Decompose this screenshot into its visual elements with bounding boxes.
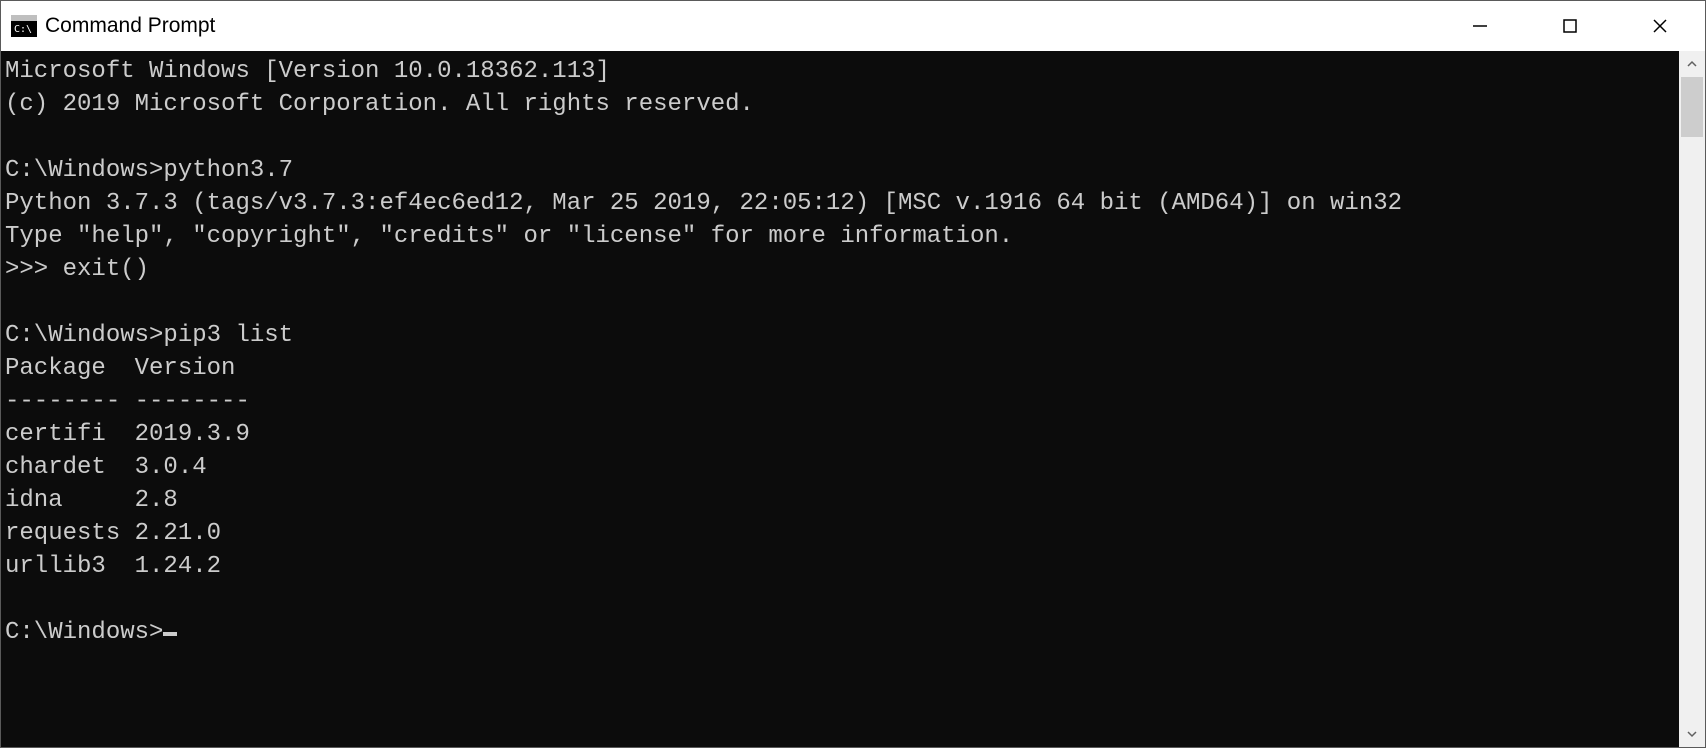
window-title: Command Prompt xyxy=(45,14,215,38)
terminal-line: certifi 2019.3.9 xyxy=(5,418,1679,451)
close-button[interactable] xyxy=(1615,1,1705,51)
terminal-line xyxy=(5,583,1679,616)
terminal-line: (c) 2019 Microsoft Corporation. All righ… xyxy=(5,88,1679,121)
cmd-icon: C:\ xyxy=(11,15,37,37)
terminal-line: Python 3.7.3 (tags/v3.7.3:ef4ec6ed12, Ma… xyxy=(5,187,1679,220)
terminal-line: chardet 3.0.4 xyxy=(5,451,1679,484)
scrollbar-track[interactable] xyxy=(1679,77,1705,721)
titlebar-left: C:\ Command Prompt xyxy=(1,14,215,38)
window-controls xyxy=(1435,1,1705,51)
terminal-line: C:\Windows>python3.7 xyxy=(5,154,1679,187)
terminal-prompt: C:\Windows> xyxy=(5,619,163,646)
terminal-line: Microsoft Windows [Version 10.0.18362.11… xyxy=(5,55,1679,88)
terminal-line: Type "help", "copyright", "credits" or "… xyxy=(5,220,1679,253)
terminal-line: -------- -------- xyxy=(5,385,1679,418)
scrollbar-thumb[interactable] xyxy=(1681,77,1703,137)
terminal-line xyxy=(5,286,1679,319)
titlebar[interactable]: C:\ Command Prompt xyxy=(1,1,1705,51)
terminal-line: requests 2.21.0 xyxy=(5,517,1679,550)
vertical-scrollbar[interactable] xyxy=(1679,51,1705,747)
terminal-line: idna 2.8 xyxy=(5,484,1679,517)
scroll-up-button[interactable] xyxy=(1679,51,1705,77)
window-frame: C:\ Command Prompt Microsoft Windows [Ve… xyxy=(0,0,1706,748)
terminal-line: urllib3 1.24.2 xyxy=(5,550,1679,583)
maximize-button[interactable] xyxy=(1525,1,1615,51)
terminal-line: Package Version xyxy=(5,352,1679,385)
svg-text:C:\: C:\ xyxy=(14,24,32,35)
scroll-down-button[interactable] xyxy=(1679,721,1705,747)
terminal-cursor xyxy=(163,632,177,636)
terminal-line: >>> exit() xyxy=(5,253,1679,286)
terminal-prompt-line[interactable]: C:\Windows> xyxy=(5,616,1679,649)
minimize-button[interactable] xyxy=(1435,1,1525,51)
terminal-line: C:\Windows>pip3 list xyxy=(5,319,1679,352)
terminal-output[interactable]: Microsoft Windows [Version 10.0.18362.11… xyxy=(1,51,1679,747)
terminal-line xyxy=(5,121,1679,154)
client-area: Microsoft Windows [Version 10.0.18362.11… xyxy=(1,51,1705,747)
